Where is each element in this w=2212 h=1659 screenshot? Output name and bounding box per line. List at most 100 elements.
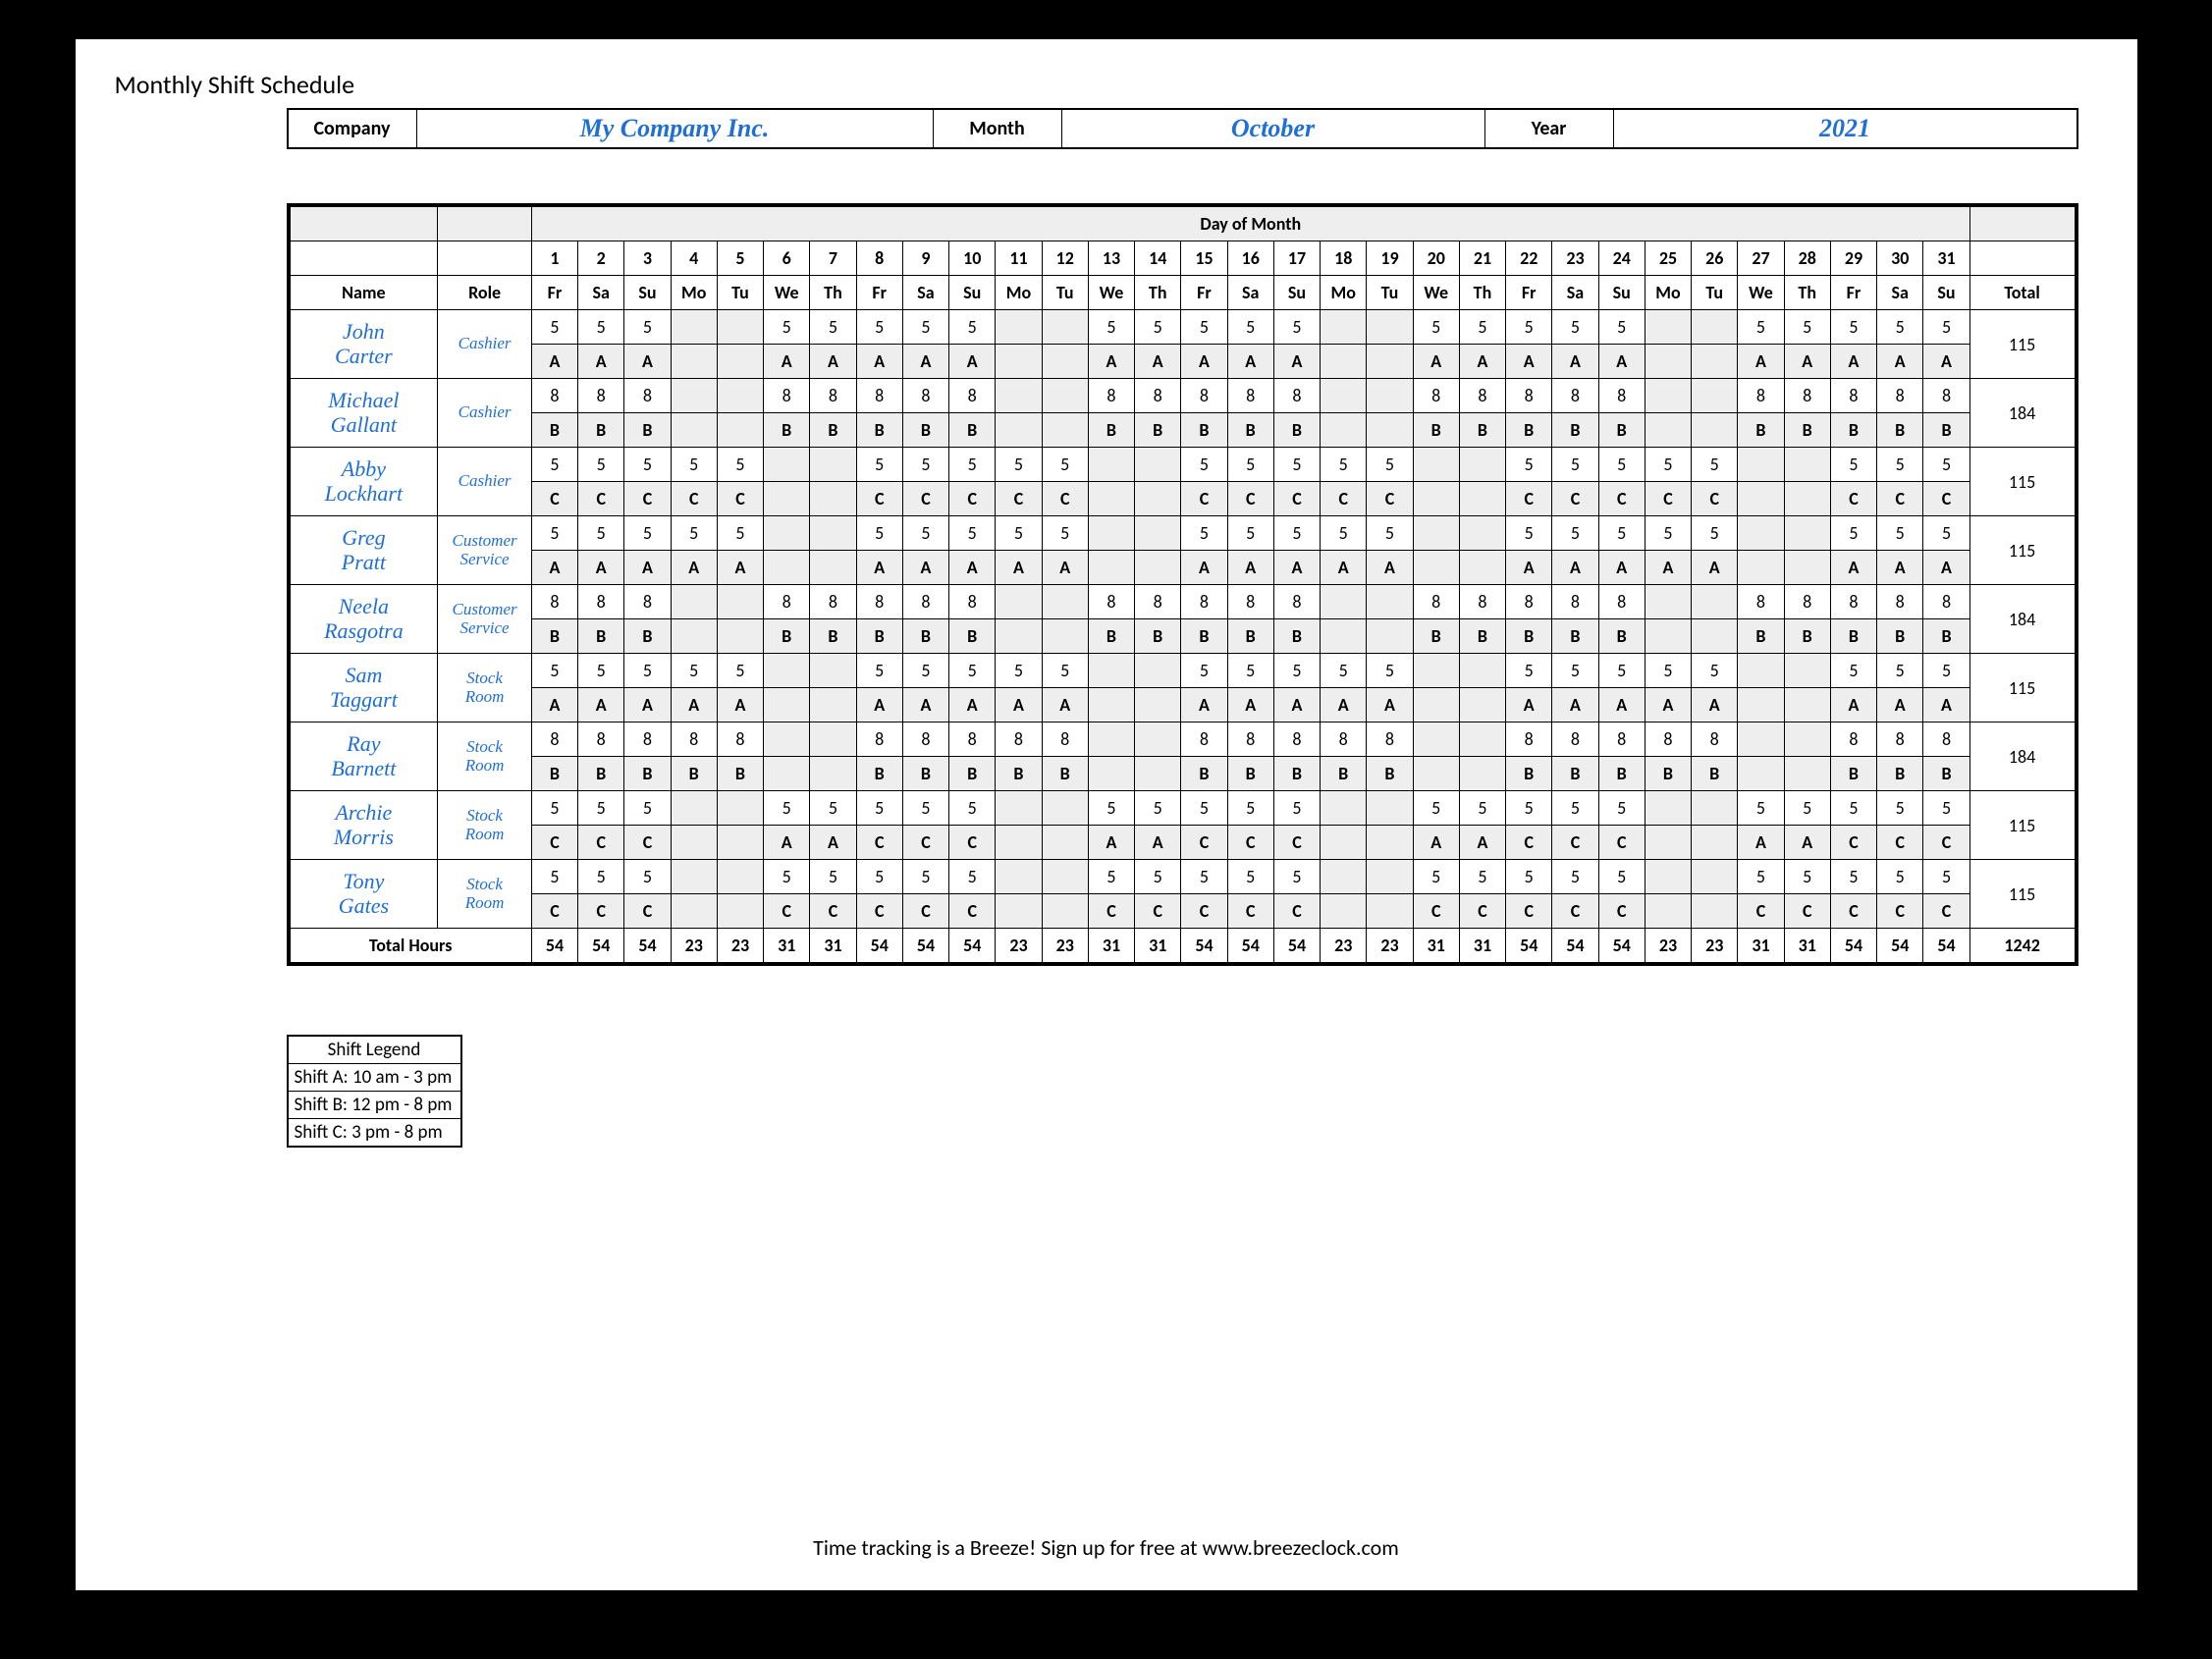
hours-cell: 8	[1552, 585, 1598, 619]
hours-cell	[1321, 310, 1367, 345]
shift-cell: C	[1459, 894, 1505, 929]
shift-cell: C	[1088, 894, 1134, 929]
hours-cell	[1321, 379, 1367, 413]
hours-cell	[1692, 791, 1738, 826]
shift-cell: B	[531, 757, 577, 791]
day-number: 13	[1088, 241, 1134, 276]
shift-cell: B	[1598, 619, 1645, 654]
hours-cell: 5	[1552, 791, 1598, 826]
hours-cell	[1042, 585, 1088, 619]
daily-total: 31	[810, 929, 856, 963]
employee-total: 184	[1969, 379, 2075, 448]
day-number: 25	[1645, 241, 1691, 276]
shift-cell	[1459, 688, 1505, 722]
shift-cell	[1088, 757, 1134, 791]
daily-total: 23	[671, 929, 717, 963]
day-number: 24	[1598, 241, 1645, 276]
hours-cell	[1321, 860, 1367, 894]
hours-cell	[717, 585, 763, 619]
shift-cell: A	[1367, 551, 1413, 585]
hours-cell: 5	[671, 448, 717, 482]
shift-cell: C	[1738, 894, 1784, 929]
hours-cell	[1135, 722, 1181, 757]
hours-cell: 8	[1692, 722, 1738, 757]
hours-cell: 5	[624, 791, 671, 826]
shift-cell	[996, 619, 1042, 654]
shift-cell	[1645, 826, 1691, 860]
shift-cell: A	[1367, 688, 1413, 722]
shift-cell: C	[624, 894, 671, 929]
shift-cell: C	[531, 894, 577, 929]
shift-cell: B	[856, 619, 902, 654]
hours-cell: 8	[1923, 379, 1969, 413]
shift-cell: C	[1367, 482, 1413, 516]
shift-cell: B	[1877, 619, 1923, 654]
hours-cell: 5	[1227, 516, 1273, 551]
shift-cell: B	[1367, 757, 1413, 791]
hours-cell: 5	[1413, 310, 1459, 345]
shift-cell: A	[1088, 826, 1134, 860]
shift-cell	[810, 688, 856, 722]
hours-cell	[996, 860, 1042, 894]
shift-cell: B	[624, 413, 671, 448]
total-header: Total	[1969, 276, 2075, 310]
hours-cell: 5	[1830, 654, 1876, 688]
dow-header: Mo	[1645, 276, 1691, 310]
shift-cell: B	[1273, 757, 1320, 791]
shift-cell: A	[764, 345, 810, 379]
hours-cell: 5	[1830, 448, 1876, 482]
hours-cell: 5	[1413, 791, 1459, 826]
hours-cell: 5	[1227, 860, 1273, 894]
hours-cell: 5	[1738, 791, 1784, 826]
hours-cell	[1042, 310, 1088, 345]
shift-cell: A	[1273, 551, 1320, 585]
shift-cell: A	[1877, 688, 1923, 722]
shift-cell: A	[1552, 688, 1598, 722]
shift-cell	[1367, 619, 1413, 654]
hours-cell: 8	[1367, 722, 1413, 757]
daily-total: 31	[1088, 929, 1134, 963]
shift-cell: A	[1552, 345, 1598, 379]
shift-cell: B	[902, 619, 948, 654]
daily-total: 54	[531, 929, 577, 963]
hours-cell: 5	[1181, 310, 1227, 345]
day-number: 26	[1692, 241, 1738, 276]
dow-header: Tu	[1042, 276, 1088, 310]
hours-cell: 5	[856, 516, 902, 551]
hours-cell: 5	[902, 310, 948, 345]
hours-cell	[717, 860, 763, 894]
dow-header: We	[1413, 276, 1459, 310]
hours-cell: 5	[1135, 791, 1181, 826]
hours-cell	[1413, 722, 1459, 757]
dow-header: Mo	[671, 276, 717, 310]
daily-total: 31	[1784, 929, 1830, 963]
shift-cell: C	[1273, 826, 1320, 860]
hours-cell: 8	[624, 379, 671, 413]
day-number: 14	[1135, 241, 1181, 276]
hours-cell: 5	[1784, 791, 1830, 826]
hours-cell: 8	[1598, 585, 1645, 619]
hours-cell	[1459, 722, 1505, 757]
hours-cell: 5	[856, 654, 902, 688]
hours-cell: 5	[531, 654, 577, 688]
employee-role: Cashier	[438, 379, 532, 448]
day-number: 6	[764, 241, 810, 276]
shift-cell: A	[949, 345, 996, 379]
shift-cell: C	[902, 894, 948, 929]
shift-cell: C	[531, 826, 577, 860]
hours-cell: 5	[764, 310, 810, 345]
hours-cell: 5	[578, 516, 624, 551]
hours-cell: 5	[717, 448, 763, 482]
grand-total: 1242	[1969, 929, 2075, 963]
shift-cell: A	[902, 551, 948, 585]
dow-header: Mo	[996, 276, 1042, 310]
shift-cell	[671, 345, 717, 379]
day-number: 19	[1367, 241, 1413, 276]
shift-cell	[1784, 688, 1830, 722]
hours-cell: 5	[578, 791, 624, 826]
year-value: 2021	[1614, 110, 2077, 147]
hours-cell: 5	[902, 516, 948, 551]
shift-cell: C	[1506, 482, 1552, 516]
hours-cell	[1459, 448, 1505, 482]
hours-cell: 8	[1181, 722, 1227, 757]
